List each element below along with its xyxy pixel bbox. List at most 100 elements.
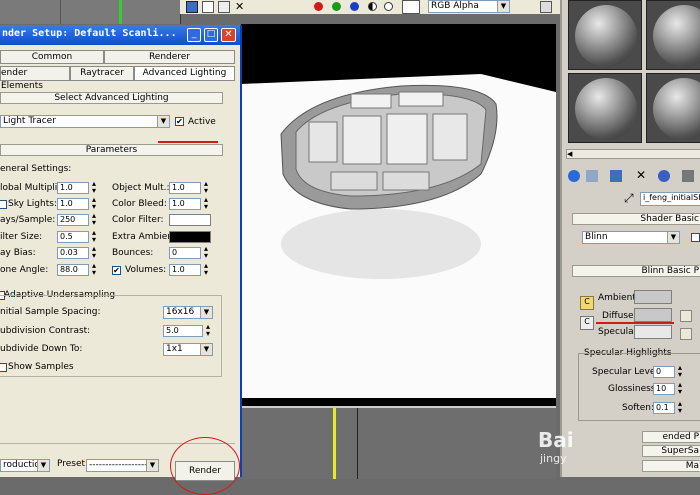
bounces-spinner[interactable] [203,244,211,260]
material-name-field[interactable]: i_feng_initialSh [640,192,700,206]
object-mult-value: 1.0 [172,183,185,192]
cone-angle-field[interactable]: 88.0 [57,264,89,276]
subdivision-contrast-spinner[interactable] [205,322,213,338]
close-button[interactable]: ✕ [221,28,236,42]
sky-lights-checkbox[interactable] [0,200,7,209]
wire-checkbox[interactable] [691,233,700,242]
tab-render-elements[interactable]: ender Elements [0,66,70,91]
show-samples-label: Show Samples [8,362,74,372]
volumes-field[interactable]: 1.0 [169,264,201,276]
slot-scrollbar[interactable]: ◀ [566,149,700,159]
supersampling-header[interactable]: SuperSa [642,445,700,457]
copy-icon[interactable] [202,1,214,13]
rays-sample-spinner[interactable] [91,211,99,227]
ray-bias-spinner[interactable] [91,244,99,260]
tracking-icon[interactable]: ✕ [235,0,244,13]
shader-dropdown[interactable]: Blinn ▼ [582,231,680,244]
minimize-button[interactable]: _ [187,28,201,42]
filter-size-spinner[interactable] [91,228,99,244]
ray-bias-field[interactable]: 0.03 [57,247,89,259]
material-slot-1[interactable] [568,0,642,70]
preset-dropdown[interactable]: ------------------- ▼ [86,459,159,472]
get-material-icon[interactable] [568,170,580,182]
tab-common[interactable]: Common [0,50,104,64]
extended-parameters-header[interactable]: ended P [642,431,700,443]
initial-sample-spacing-dropdown[interactable]: 16x16 ▼ [163,306,213,319]
material-slot-3[interactable] [568,73,642,143]
tab-advanced-lighting[interactable]: Advanced Lighting [134,66,235,81]
object-mult-field[interactable]: 1.0 [169,182,201,194]
red-channel-button[interactable] [314,2,323,11]
rays-sample-field[interactable]: 250 [57,214,89,226]
subdivide-down-dropdown[interactable]: 1x1 ▼ [163,343,213,356]
blue-channel-button[interactable] [350,2,359,11]
diffuse-label: Diffuse: [602,311,637,321]
specular-level-field[interactable]: 0 [653,366,675,378]
alpha-channel-icon[interactable] [368,2,377,11]
glossiness-label: Glossiness: [608,384,659,394]
lock-diffuse-specular-icon[interactable]: C [580,316,594,330]
active-checkbox[interactable]: ✔ [175,117,184,126]
specular-map-button[interactable] [680,328,692,340]
tab-renderer[interactable]: Renderer [104,50,235,64]
global-multiplier-spinner[interactable] [91,179,99,195]
specular-level-spinner[interactable] [677,363,685,379]
display-toggle-icon[interactable] [540,1,552,13]
show-samples-checkbox[interactable] [0,363,7,372]
preset-value: ------------------- [89,460,151,470]
put-library-icon[interactable] [682,170,694,182]
volumes-checkbox[interactable]: ✔ [112,266,121,275]
extra-ambient-swatch[interactable] [169,231,211,243]
diffuse-map-button[interactable] [680,310,692,322]
parameters-header[interactable]: Parameters [0,144,223,156]
material-slot-2[interactable] [646,0,700,70]
chevron-left-icon[interactable]: ◀ [567,150,575,158]
maps-header[interactable]: Ma [642,460,700,472]
cone-angle-spinner[interactable] [91,261,99,277]
green-channel-button[interactable] [332,2,341,11]
glossiness-field[interactable]: 10 [653,383,675,395]
annotation-underline [158,141,218,143]
sky-lights-spinner[interactable] [91,195,99,211]
ambient-swatch[interactable] [634,290,672,304]
render-mode-dropdown[interactable]: roduction ▼ [0,459,50,472]
channel-dropdown[interactable]: RGB Alpha ▼ [428,0,510,13]
put-material-icon[interactable] [586,170,598,182]
select-advanced-lighting-header[interactable]: Select Advanced Lighting [0,92,223,104]
volumes-spinner[interactable] [203,261,211,277]
pick-material-icon[interactable]: ⤢ [624,191,634,206]
watermark-line-2: jingy [540,452,567,465]
mono-channel-icon[interactable] [384,2,393,11]
soften-field[interactable]: 0.1 [653,402,675,414]
global-multiplier-field[interactable]: 1.0 [57,182,89,194]
tab-raytracer[interactable]: Raytracer [70,66,134,81]
glossiness-spinner[interactable] [677,380,685,396]
subdivision-contrast-field[interactable]: 5.0 [163,325,203,337]
color-bleed-spinner[interactable] [203,195,211,211]
color-swatch[interactable] [402,0,420,14]
color-filter-swatch[interactable] [169,214,211,226]
assign-material-icon[interactable] [610,170,622,182]
filter-size-field[interactable]: 0.5 [57,231,89,243]
watermark-line-1: Bai [538,428,574,452]
blinn-basic-header[interactable]: Blinn Basic P [572,265,700,277]
soften-spinner[interactable] [677,399,685,415]
color-filter-label: Color Filter: [112,215,164,225]
bounces-field[interactable]: 0 [169,247,201,259]
make-unique-icon[interactable] [658,170,670,182]
chevron-down-icon: ▼ [157,116,169,127]
diffuse-swatch[interactable] [634,308,672,322]
color-bleed-field[interactable]: 1.0 [169,198,201,210]
clone-icon[interactable] [218,1,230,13]
lock-ambient-diffuse-icon[interactable]: C [580,296,594,310]
delete-icon[interactable]: ✕ [636,168,646,182]
shader-basic-header[interactable]: Shader Basic [572,213,700,225]
material-slot-4[interactable] [646,73,700,143]
dialog-title-bar: nder Setup: Default Scanli... _ □ ✕ [0,25,240,45]
specular-swatch[interactable] [634,325,672,339]
save-icon[interactable] [186,1,198,13]
object-mult-spinner[interactable] [203,179,211,195]
lighting-plugin-dropdown[interactable]: Light Tracer ▼ [0,115,170,128]
sky-lights-field[interactable]: 1.0 [57,198,89,210]
maximize-button[interactable]: □ [204,28,218,42]
